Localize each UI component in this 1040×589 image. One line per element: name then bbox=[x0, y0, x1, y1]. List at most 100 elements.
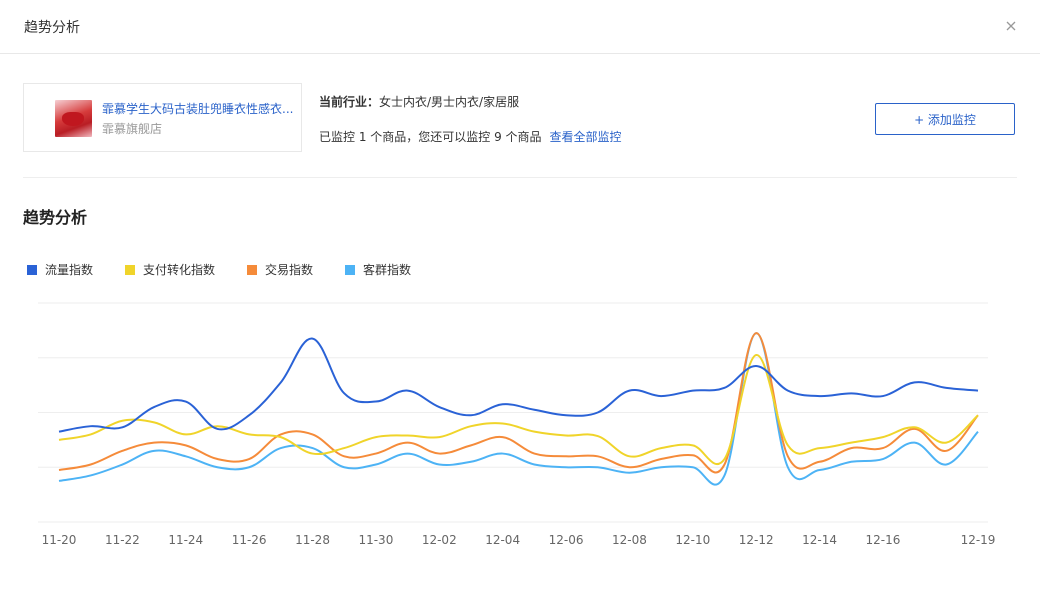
data-point[interactable] bbox=[468, 423, 474, 429]
data-point[interactable] bbox=[278, 379, 284, 385]
data-point[interactable] bbox=[56, 437, 62, 443]
data-point[interactable] bbox=[246, 431, 252, 437]
data-point[interactable] bbox=[151, 448, 157, 454]
data-point[interactable] bbox=[595, 433, 601, 439]
data-point[interactable] bbox=[658, 464, 664, 470]
data-point[interactable] bbox=[468, 442, 474, 448]
data-point[interactable] bbox=[531, 407, 537, 413]
data-point[interactable] bbox=[721, 385, 727, 391]
data-point[interactable] bbox=[880, 445, 886, 451]
data-point[interactable] bbox=[500, 420, 506, 426]
data-point[interactable] bbox=[690, 388, 696, 394]
data-point[interactable] bbox=[563, 432, 569, 438]
data-point[interactable] bbox=[341, 453, 347, 459]
data-point[interactable] bbox=[912, 440, 918, 446]
data-point[interactable] bbox=[690, 442, 696, 448]
data-point[interactable] bbox=[531, 451, 537, 457]
data-point[interactable] bbox=[880, 434, 886, 440]
data-point[interactable] bbox=[943, 448, 949, 454]
data-point[interactable] bbox=[341, 445, 347, 451]
data-point[interactable] bbox=[817, 445, 823, 451]
data-point[interactable] bbox=[56, 467, 62, 473]
data-point[interactable] bbox=[817, 459, 823, 465]
data-point[interactable] bbox=[975, 388, 981, 394]
data-point[interactable] bbox=[848, 445, 854, 451]
data-point[interactable] bbox=[626, 464, 632, 470]
data-point[interactable] bbox=[436, 404, 442, 410]
data-point[interactable] bbox=[373, 462, 379, 468]
data-point[interactable] bbox=[595, 410, 601, 416]
data-point[interactable] bbox=[183, 442, 189, 448]
data-point[interactable] bbox=[943, 462, 949, 468]
data-point[interactable] bbox=[405, 451, 411, 457]
data-point[interactable] bbox=[88, 431, 94, 437]
data-point[interactable] bbox=[658, 393, 664, 399]
data-point[interactable] bbox=[912, 424, 918, 430]
series-line[interactable] bbox=[58, 332, 979, 474]
data-point[interactable] bbox=[531, 462, 537, 468]
data-point[interactable] bbox=[373, 399, 379, 405]
data-point[interactable] bbox=[563, 464, 569, 470]
data-point[interactable] bbox=[531, 429, 537, 435]
data-point[interactable] bbox=[690, 464, 696, 470]
data-point[interactable] bbox=[183, 399, 189, 405]
data-point[interactable] bbox=[436, 434, 442, 440]
data-point[interactable] bbox=[943, 385, 949, 391]
data-point[interactable] bbox=[785, 388, 791, 394]
data-point[interactable] bbox=[912, 379, 918, 385]
data-point[interactable] bbox=[373, 434, 379, 440]
data-point[interactable] bbox=[880, 393, 886, 399]
data-point[interactable] bbox=[753, 330, 759, 336]
data-point[interactable] bbox=[848, 440, 854, 446]
data-point[interactable] bbox=[278, 445, 284, 451]
data-point[interactable] bbox=[785, 464, 791, 470]
data-point[interactable] bbox=[721, 456, 727, 462]
data-point[interactable] bbox=[848, 390, 854, 396]
data-point[interactable] bbox=[88, 423, 94, 429]
data-point[interactable] bbox=[880, 456, 886, 462]
data-point[interactable] bbox=[119, 418, 125, 424]
data-point[interactable] bbox=[341, 464, 347, 470]
data-point[interactable] bbox=[183, 453, 189, 459]
data-point[interactable] bbox=[500, 434, 506, 440]
data-point[interactable] bbox=[151, 404, 157, 410]
data-point[interactable] bbox=[500, 401, 506, 407]
data-point[interactable] bbox=[151, 440, 157, 446]
data-point[interactable] bbox=[500, 451, 506, 457]
data-point[interactable] bbox=[341, 390, 347, 396]
data-point[interactable] bbox=[246, 464, 252, 470]
product-name-link[interactable]: 霏慕学生大码古装肚兜睡衣性感衣... bbox=[102, 100, 298, 117]
data-point[interactable] bbox=[119, 462, 125, 468]
data-point[interactable] bbox=[626, 470, 632, 476]
data-point[interactable] bbox=[753, 363, 759, 369]
data-point[interactable] bbox=[56, 429, 62, 435]
data-point[interactable] bbox=[658, 456, 664, 462]
data-point[interactable] bbox=[975, 429, 981, 435]
data-point[interactable] bbox=[183, 431, 189, 437]
data-point[interactable] bbox=[595, 464, 601, 470]
data-point[interactable] bbox=[626, 453, 632, 459]
data-point[interactable] bbox=[658, 445, 664, 451]
legend-item[interactable]: 流量指数 bbox=[27, 261, 93, 278]
data-point[interactable] bbox=[405, 440, 411, 446]
data-point[interactable] bbox=[436, 462, 442, 468]
data-point[interactable] bbox=[405, 388, 411, 394]
view-all-monitors-link[interactable]: 查看全部监控 bbox=[550, 130, 622, 144]
data-point[interactable] bbox=[817, 393, 823, 399]
data-point[interactable] bbox=[278, 434, 284, 440]
data-point[interactable] bbox=[943, 440, 949, 446]
data-point[interactable] bbox=[310, 336, 316, 342]
data-point[interactable] bbox=[246, 456, 252, 462]
data-point[interactable] bbox=[436, 451, 442, 457]
data-point[interactable] bbox=[626, 388, 632, 394]
data-point[interactable] bbox=[690, 452, 696, 458]
data-point[interactable] bbox=[753, 352, 759, 358]
data-point[interactable] bbox=[785, 442, 791, 448]
data-point[interactable] bbox=[214, 456, 220, 462]
data-point[interactable] bbox=[563, 412, 569, 418]
add-monitor-button[interactable]: + 添加监控 bbox=[875, 103, 1015, 135]
data-point[interactable] bbox=[214, 464, 220, 470]
data-point[interactable] bbox=[373, 451, 379, 457]
series-line[interactable] bbox=[58, 332, 979, 486]
data-point[interactable] bbox=[151, 419, 157, 425]
